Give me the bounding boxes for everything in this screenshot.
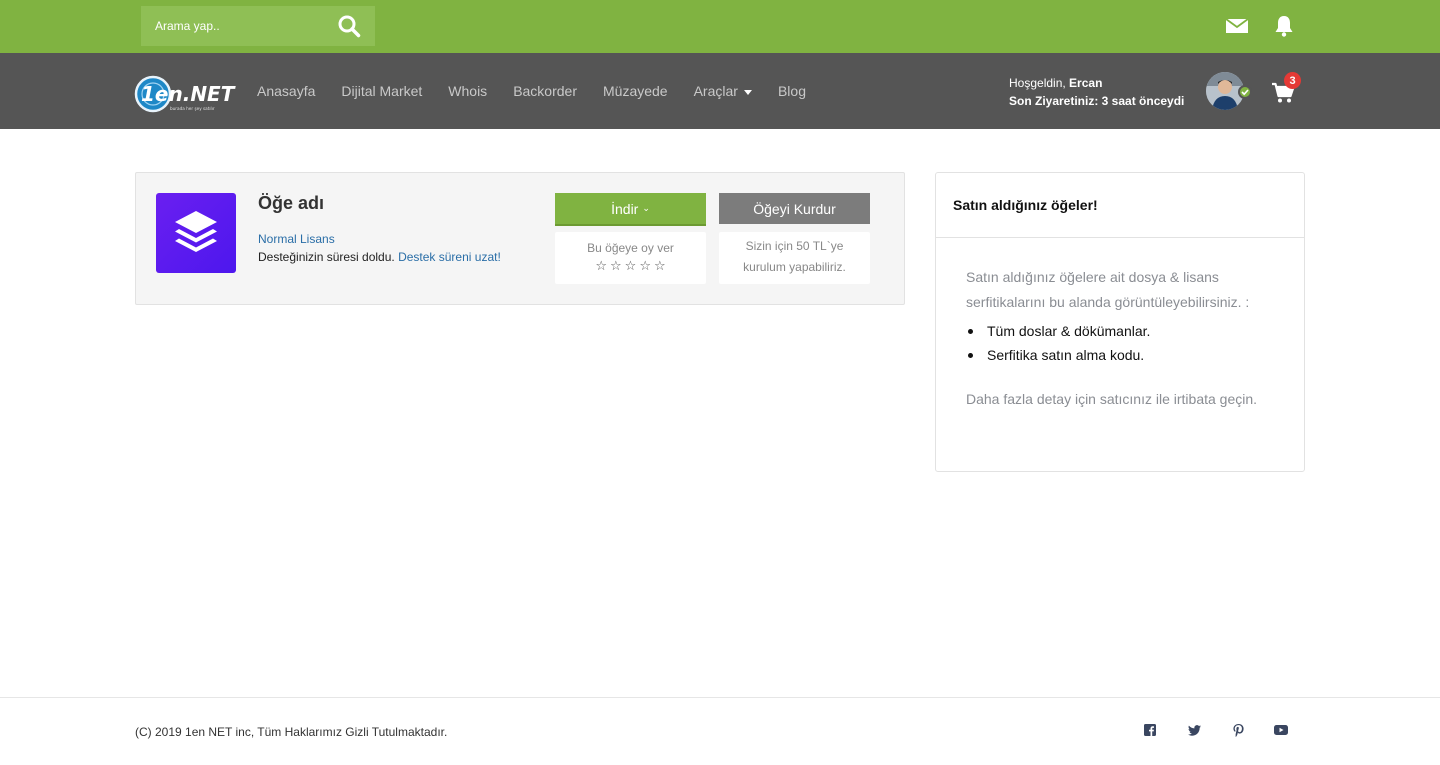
greeting-text: Hoşgeldin,: [1009, 76, 1070, 90]
star-rating: ☆ ☆ ☆ ☆ ☆: [555, 259, 706, 273]
chevron-down-icon: [743, 90, 752, 95]
online-status-icon: [1238, 85, 1252, 99]
rate-label: Bu öğeye oy ver: [587, 241, 674, 255]
layers-icon: [175, 211, 217, 252]
download-button[interactable]: İndir ⌄: [555, 193, 706, 226]
info-sidebar-card: Satın aldığınız öğeler! Satın aldığınız …: [935, 172, 1305, 472]
list-item: Serfitika satın alma kodu.: [966, 343, 1274, 367]
search-input[interactable]: [141, 6, 331, 46]
star-icon[interactable]: ☆: [639, 259, 651, 273]
cart-count-badge: 3: [1284, 72, 1301, 89]
star-icon[interactable]: ☆: [654, 259, 666, 273]
nav-links: Anasayfa Dijital Market Whois Backorder …: [244, 53, 819, 129]
download-label: İndir: [611, 200, 639, 217]
nav-item-muzayede[interactable]: Müzayede: [590, 83, 681, 99]
purchased-item-card: Öğe adı Normal Lisans Desteğinizin süres…: [135, 172, 905, 305]
footer: (C) 2019 1en NET inc, Tüm Haklarımız Giz…: [0, 697, 1440, 765]
bell-icon[interactable]: [1272, 14, 1296, 38]
sidebar-body: Satın aldığınız öğelere ait dosya & lisa…: [936, 238, 1304, 412]
install-note-line2: kurulum yapabiliriz.: [743, 260, 846, 274]
nav-item-whois[interactable]: Whois: [435, 83, 500, 99]
search-icon[interactable]: [337, 14, 361, 38]
install-note-line1: Sizin için 50 TL`ye: [745, 239, 844, 253]
logo-wordmark: 1en.NET: [141, 82, 236, 106]
logo-tagline: burada her şey satılır: [170, 106, 215, 111]
pinterest-icon[interactable]: [1231, 723, 1245, 737]
nav-item-araclar[interactable]: Araçlar: [681, 83, 765, 99]
star-icon[interactable]: ☆: [595, 259, 607, 273]
nav-item-anasayfa[interactable]: Anasayfa: [244, 83, 328, 99]
install-label: Öğeyi Kurdur: [753, 200, 836, 217]
last-visit: Son Ziyaretiniz: 3 saat önceydi: [1009, 94, 1185, 108]
sidebar-intro: Satın aldığınız öğelere ait dosya & lisa…: [966, 269, 1250, 310]
star-icon[interactable]: ☆: [610, 259, 622, 273]
install-item-button[interactable]: Öğeyi Kurdur: [719, 193, 870, 224]
item-title: Öğe adı: [258, 193, 325, 213]
top-bar: [0, 0, 1440, 53]
support-status: Desteğinizin süresi doldu. Destek süreni…: [258, 250, 501, 264]
twitter-icon[interactable]: [1187, 723, 1201, 737]
sidebar-outro: Daha fazla detay için satıcınız ile irti…: [966, 391, 1258, 407]
extend-support-link[interactable]: Destek süreni uzat!: [398, 250, 501, 264]
nav-item-araclar-label: Araçlar: [693, 83, 738, 99]
user-welcome: Hoşgeldin, Ercan Son Ziyaretiniz: 3 saat…: [1009, 74, 1184, 110]
facebook-icon[interactable]: [1143, 723, 1157, 737]
sidebar-title: Satın aldığınız öğeler!: [936, 173, 1304, 238]
support-text: Desteğinizin süresi doldu.: [258, 250, 399, 264]
star-icon[interactable]: ☆: [625, 259, 637, 273]
install-note-box: Sizin için 50 TL`ye kurulum yapabiliriz.: [719, 232, 870, 284]
site-logo[interactable]: 1en.NET burada her şey satılır: [134, 75, 238, 113]
nav-item-backorder[interactable]: Backorder: [500, 83, 590, 99]
nav-item-dijital-market[interactable]: Dijital Market: [328, 83, 435, 99]
search-box: [141, 6, 375, 46]
rating-box: Bu öğeye oy ver ☆ ☆ ☆ ☆ ☆: [555, 232, 706, 284]
list-item: Tüm doslar & dökümanlar.: [966, 319, 1274, 343]
chevron-down-icon: ⌄: [642, 203, 650, 213]
youtube-icon[interactable]: [1274, 723, 1288, 737]
license-link[interactable]: Normal Lisans: [258, 232, 335, 246]
item-thumbnail: [156, 193, 236, 273]
user-name: Ercan: [1069, 76, 1103, 90]
mail-icon[interactable]: [1225, 14, 1249, 38]
nav-item-blog[interactable]: Blog: [765, 83, 819, 99]
sidebar-list: Tüm doslar & dökümanlar. Serfitika satın…: [966, 319, 1274, 367]
copyright-text: (C) 2019 1en NET inc, Tüm Haklarımız Giz…: [135, 725, 448, 739]
